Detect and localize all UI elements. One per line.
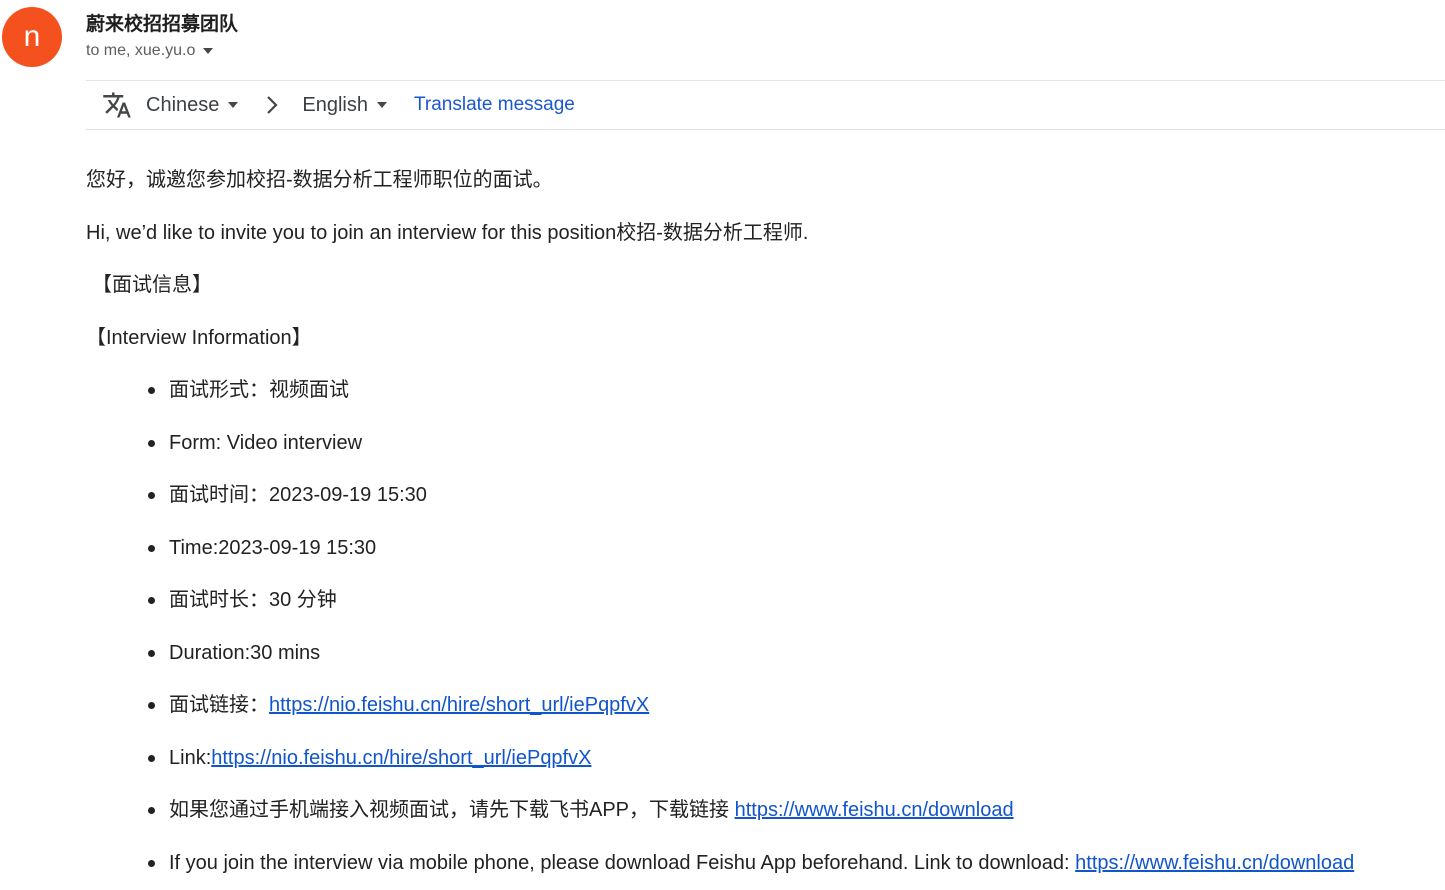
chevron-right-icon	[264, 93, 280, 117]
link-label-en: Link:	[169, 746, 212, 769]
recipients-line: to me, xue.yu.o	[86, 42, 214, 60]
sender-name[interactable]: 蔚来校招招募团队	[86, 9, 238, 36]
mobile-label-en: If you join the interview via mobile pho…	[169, 851, 1076, 874]
translate-message-link[interactable]: Translate message	[414, 94, 575, 116]
mobile-label-zh: 如果您通过手机端接入视频面试，请先下载飞书APP，下载链接	[169, 799, 735, 821]
source-language-label: Chinese	[146, 93, 220, 116]
email-view: n 蔚来校招招募团队 to me, xue.yu.o Chinese Engli…	[0, 0, 1445, 890]
translate-icon	[102, 90, 132, 120]
greeting-zh: 您好，诚邀您参加校招-数据分析工程师职位的面试。	[86, 169, 553, 191]
source-language-dropdown[interactable]: Chinese	[146, 93, 239, 117]
translate-bar: Chinese English Translate message	[86, 80, 1445, 130]
source-language-caret-icon	[228, 102, 239, 108]
recipients-text: to me, xue.yu.o	[86, 42, 196, 59]
list-item-link-en: Link:https://nio.feishu.cn/hire/short_ur…	[148, 738, 1441, 791]
list-item-duration-en: Duration:30 mins	[148, 633, 1441, 686]
section-title-zh: 【面试信息】	[92, 274, 212, 296]
link-label-zh: 面试链接：	[169, 694, 269, 716]
show-details-caret-icon[interactable]	[203, 48, 214, 54]
interview-link-en[interactable]: https://nio.feishu.cn/hire/short_url/ieP…	[211, 747, 591, 769]
list-item-time-zh: 面试时间：2023-09-19 15:30	[148, 475, 1441, 528]
interview-info-list: 面试形式：视频面试 Form: Video interview 面试时间：202…	[86, 370, 1441, 890]
target-language-label: English	[302, 93, 368, 116]
target-language-dropdown[interactable]: English	[302, 94, 387, 117]
sender-avatar[interactable]: n	[2, 7, 62, 67]
list-item-duration-zh: 面试时长：30 分钟	[148, 580, 1441, 633]
list-item-mobile-zh: 如果您通过手机端接入视频面试，请先下载飞书APP，下载链接 https://ww…	[148, 790, 1441, 843]
greeting-en: Hi, we’d like to invite you to join an i…	[86, 221, 809, 244]
download-link-zh[interactable]: https://www.feishu.cn/download	[735, 799, 1014, 821]
download-link-en[interactable]: https://www.feishu.cn/download	[1075, 852, 1354, 874]
message-body: 您好，诚邀您参加校招-数据分析工程师职位的面试。 Hi, we’d like t…	[86, 160, 1441, 890]
list-item-form-zh: 面试形式：视频面试	[148, 370, 1441, 423]
interview-link-zh[interactable]: https://nio.feishu.cn/hire/short_url/ieP…	[269, 694, 649, 716]
list-item-link-zh: 面试链接：https://nio.feishu.cn/hire/short_ur…	[148, 685, 1441, 738]
section-title-en: 【Interview Information】	[86, 326, 312, 349]
list-item-time-en: Time:2023-09-19 15:30	[148, 528, 1441, 581]
target-language-caret-icon	[377, 102, 387, 108]
list-item-mobile-en: If you join the interview via mobile pho…	[148, 843, 1441, 890]
list-item-form-en: Form: Video interview	[148, 423, 1441, 476]
